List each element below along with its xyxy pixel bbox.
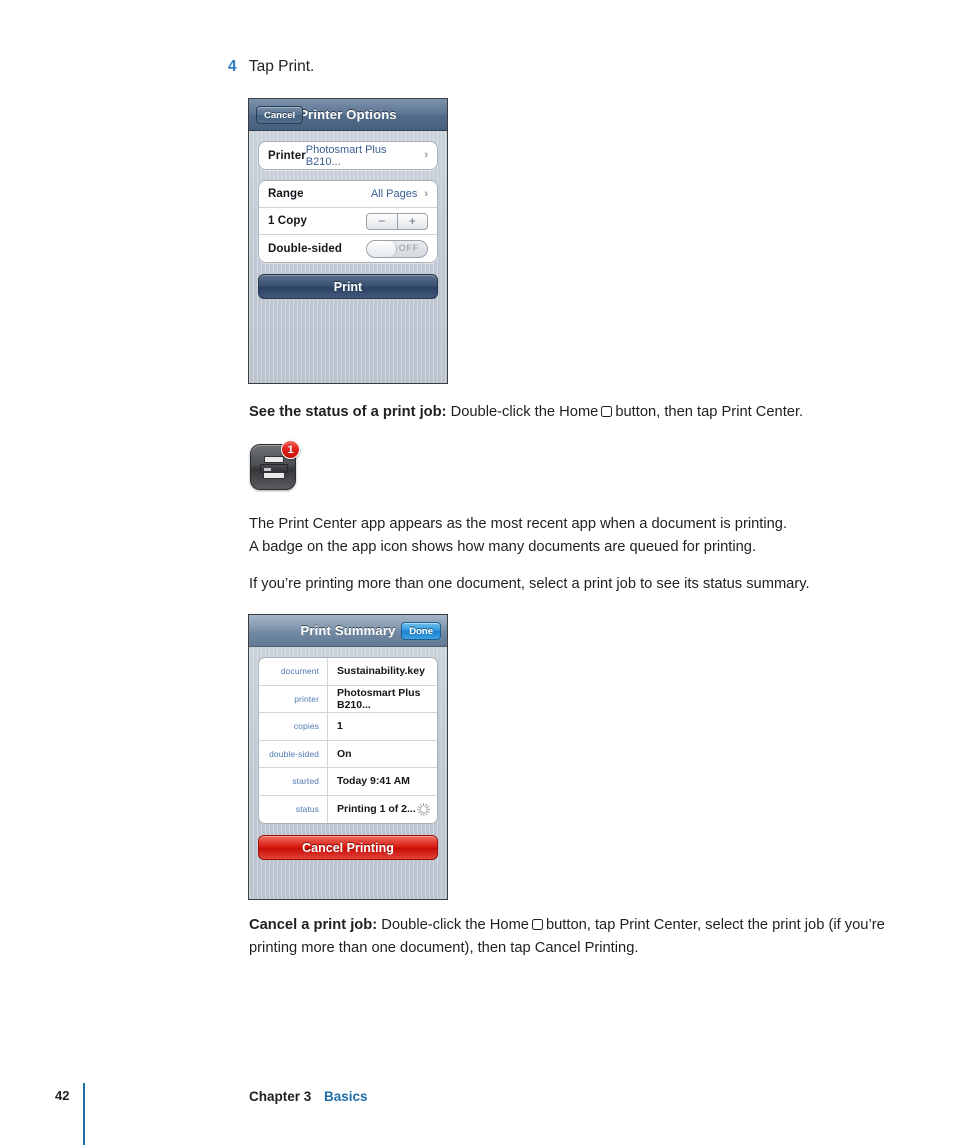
chevron-right-icon: › bbox=[424, 187, 428, 200]
print-center-description: The Print Center app appears as the most… bbox=[249, 513, 889, 559]
print-status-lead: See the status of a print job: bbox=[249, 404, 447, 420]
row-key: double-sided bbox=[269, 748, 319, 759]
print-summary-navbar: Print Summary Done bbox=[249, 615, 447, 647]
cancel-printing-button[interactable]: Cancel Printing bbox=[258, 835, 438, 860]
table-row: status Printing 1 of 2... bbox=[259, 795, 437, 823]
step-text: Tap Print. bbox=[248, 58, 315, 75]
home-button-icon bbox=[531, 919, 543, 930]
badge-count: 1 bbox=[281, 440, 300, 459]
row-value: 1 bbox=[327, 713, 437, 740]
decrement-button[interactable]: − bbox=[367, 214, 397, 229]
print-summary-table: document Sustainability.key printer Phot… bbox=[258, 657, 438, 824]
table-row: started Today 9:41 AM bbox=[259, 768, 437, 796]
double-sided-row: Double-sided OFF bbox=[259, 235, 437, 262]
row-value: Today 9:41 AM bbox=[327, 768, 437, 795]
footer-section: Basics bbox=[324, 1089, 368, 1104]
copies-row: 1 Copy − + bbox=[259, 208, 437, 235]
printer-paper-out bbox=[263, 472, 285, 479]
toggle-knob bbox=[367, 240, 397, 257]
page-root: { "step": { "number": "4", "text": "Tap … bbox=[0, 0, 954, 1145]
print-status-instruction: See the status of a print job: Double-cl… bbox=[249, 401, 889, 424]
description-line-1: The Print Center app appears as the most… bbox=[249, 516, 788, 532]
range-row-label: Range bbox=[268, 188, 304, 200]
row-key: document bbox=[280, 666, 319, 677]
row-value: Photosmart Plus B210... bbox=[327, 685, 437, 712]
description-line-2: A badge on the app icon shows how many d… bbox=[249, 539, 757, 555]
printer-icon bbox=[260, 456, 288, 480]
chevron-right-icon: › bbox=[424, 149, 428, 161]
printer-options-navbar: Cancel Printer Options bbox=[249, 99, 447, 131]
range-row-value: All Pages bbox=[370, 188, 418, 200]
cancel-job-instruction: Cancel a print job: Double-click the Hom… bbox=[249, 914, 889, 960]
row-value-wrapper: Printing 1 of 2... bbox=[327, 795, 437, 823]
options-group: Range All Pages › 1 Copy − + Double-side… bbox=[258, 180, 438, 263]
select-job-instruction: If you’re printing more than one documen… bbox=[249, 576, 810, 592]
printer-options-screenshot: Cancel Printer Options Printer Photosmar… bbox=[248, 98, 448, 384]
footer-chapter: Chapter 3 bbox=[249, 1089, 312, 1104]
step-number: 4 bbox=[228, 58, 237, 75]
row-key: copies bbox=[293, 721, 319, 732]
row-key: started bbox=[292, 776, 319, 787]
range-row[interactable]: Range All Pages › bbox=[259, 181, 437, 208]
step-item: 4 Tap Print. bbox=[228, 58, 314, 76]
printer-row[interactable]: Printer Photosmart Plus B210... › bbox=[259, 142, 437, 169]
row-key: status bbox=[295, 804, 319, 815]
print-summary-title: Print Summary bbox=[300, 623, 396, 638]
printer-group: Printer Photosmart Plus B210... › bbox=[258, 141, 438, 170]
row-value: Printing 1 of 2... bbox=[337, 803, 416, 816]
printer-paper-top bbox=[264, 456, 284, 463]
printer-row-value: Photosmart Plus B210... bbox=[305, 143, 387, 168]
print-button[interactable]: Print bbox=[258, 274, 438, 299]
done-button[interactable]: Done bbox=[401, 622, 441, 640]
double-sided-row-label: Double-sided bbox=[268, 242, 343, 255]
row-key: printer bbox=[294, 693, 319, 704]
printer-options-title: Printer Options bbox=[299, 107, 397, 122]
page-number: 42 bbox=[55, 1088, 70, 1103]
home-button-icon bbox=[601, 406, 613, 417]
print-summary-screenshot: Print Summary Done document Sustainabili… bbox=[248, 614, 448, 900]
print-status-text-2: button, then tap Print Center. bbox=[615, 404, 804, 420]
row-value: Sustainability.key bbox=[327, 658, 437, 685]
cancel-job-lead: Cancel a print job: bbox=[249, 917, 378, 933]
printer-row-label: Printer bbox=[268, 149, 306, 162]
cancel-button[interactable]: Cancel bbox=[256, 106, 304, 124]
toggle-state-label: OFF bbox=[398, 243, 419, 254]
copies-stepper[interactable]: − + bbox=[366, 212, 428, 230]
table-row: double-sided On bbox=[259, 740, 437, 768]
row-value: On bbox=[327, 740, 437, 767]
print-status-text-1: Double-click the Home bbox=[450, 404, 599, 420]
footer-divider bbox=[83, 1083, 85, 1145]
table-row: printer Photosmart Plus B210... bbox=[259, 685, 437, 713]
print-center-app-icon: 1 bbox=[250, 440, 300, 490]
printer-slot bbox=[264, 468, 271, 471]
cancel-job-text-1: Double-click the Home bbox=[381, 917, 529, 933]
increment-button[interactable]: + bbox=[398, 214, 428, 229]
double-sided-toggle[interactable]: OFF bbox=[366, 239, 428, 258]
table-row: copies 1 bbox=[259, 713, 437, 741]
table-row: document Sustainability.key bbox=[259, 658, 437, 686]
copies-row-label: 1 Copy bbox=[268, 215, 307, 227]
activity-spinner-icon bbox=[416, 802, 430, 816]
